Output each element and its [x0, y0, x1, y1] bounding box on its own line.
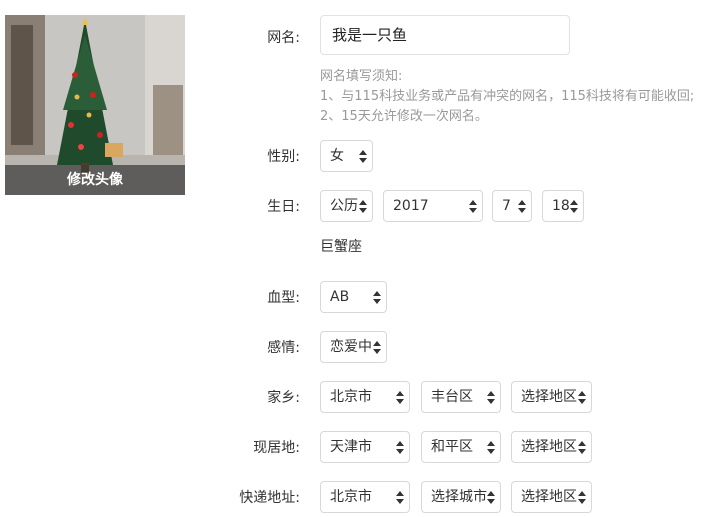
select-arrows-icon: [359, 200, 367, 213]
gender-select[interactable]: 女: [320, 140, 373, 172]
select-arrows-icon: [396, 441, 404, 454]
birth-year-value: 2017: [393, 198, 429, 214]
select-arrows-icon: [373, 341, 381, 354]
hometown-province-select[interactable]: 北京市: [320, 381, 410, 413]
select-arrows-icon: [578, 391, 586, 404]
residence-label: 现居地:: [253, 440, 300, 456]
hometown-district-select[interactable]: 丰台区: [421, 381, 501, 413]
hometown-province-value: 北京市: [330, 389, 372, 405]
residence-district-value: 和平区: [431, 439, 473, 455]
hometown-district-value: 丰台区: [431, 389, 473, 405]
birth-day-value: 18: [552, 198, 570, 214]
relationship-label: 感情:: [267, 340, 300, 356]
select-arrows-icon: [487, 441, 495, 454]
notice-line-2: 2、15天允许修改一次网名。: [320, 109, 488, 124]
shipping-area-value: 选择地区: [521, 489, 577, 505]
relationship-select[interactable]: 恋爱中: [320, 331, 387, 363]
gender-value: 女: [330, 148, 344, 164]
residence-area-value: 选择地区: [521, 439, 577, 455]
birth-month-select[interactable]: 7: [492, 190, 532, 222]
select-arrows-icon: [396, 491, 404, 504]
select-arrows-icon: [518, 200, 526, 213]
calendar-type-value: 公历: [330, 198, 358, 214]
select-arrows-icon: [487, 391, 495, 404]
hometown-area-select[interactable]: 选择地区: [511, 381, 592, 413]
select-arrows-icon: [578, 491, 586, 504]
zodiac-sign: 巨蟹座: [320, 239, 362, 255]
select-arrows-icon: [570, 200, 578, 213]
shipping-city-value: 选择城市: [431, 489, 487, 505]
birth-day-select[interactable]: 18: [542, 190, 584, 222]
change-avatar-label: 修改头像: [5, 165, 185, 195]
residence-province-select[interactable]: 天津市: [320, 431, 410, 463]
notice-title: 网名填写须知:: [320, 69, 403, 84]
nickname-notice: 网名填写须知: 1、与115科技业务或产品有冲突的网名，115科技将有可能收回;…: [320, 67, 694, 127]
blood-type-value: AB: [330, 289, 350, 305]
gender-label: 性别:: [267, 149, 300, 165]
select-arrows-icon: [373, 291, 381, 304]
birthday-label: 生日:: [267, 199, 300, 215]
blood-type-label: 血型:: [267, 290, 300, 306]
birth-year-select[interactable]: 2017: [383, 190, 483, 222]
shipping-address-label: 快递地址:: [239, 490, 300, 506]
relationship-value: 恋爱中: [330, 339, 372, 355]
blood-type-select[interactable]: AB: [320, 281, 387, 313]
hometown-label: 家乡:: [267, 390, 300, 406]
shipping-city-select[interactable]: 选择城市: [421, 481, 501, 513]
shipping-province-select[interactable]: 北京市: [320, 481, 410, 513]
select-arrows-icon: [578, 441, 586, 454]
shipping-area-select[interactable]: 选择地区: [511, 481, 592, 513]
residence-province-value: 天津市: [330, 439, 372, 455]
nickname-input[interactable]: 我是一只鱼: [320, 15, 570, 55]
select-arrows-icon: [487, 491, 495, 504]
calendar-type-select[interactable]: 公历: [320, 190, 373, 222]
shipping-province-value: 北京市: [330, 489, 372, 505]
residence-district-select[interactable]: 和平区: [421, 431, 501, 463]
select-arrows-icon: [396, 391, 404, 404]
select-arrows-icon: [469, 200, 477, 213]
avatar[interactable]: 修改头像: [5, 15, 185, 195]
birth-month-value: 7: [502, 198, 511, 214]
residence-area-select[interactable]: 选择地区: [511, 431, 592, 463]
hometown-area-value: 选择地区: [521, 389, 577, 405]
notice-line-1: 1、与115科技业务或产品有冲突的网名，115科技将有可能收回;: [320, 89, 695, 104]
select-arrows-icon: [359, 150, 367, 163]
nickname-label: 网名:: [267, 30, 300, 46]
